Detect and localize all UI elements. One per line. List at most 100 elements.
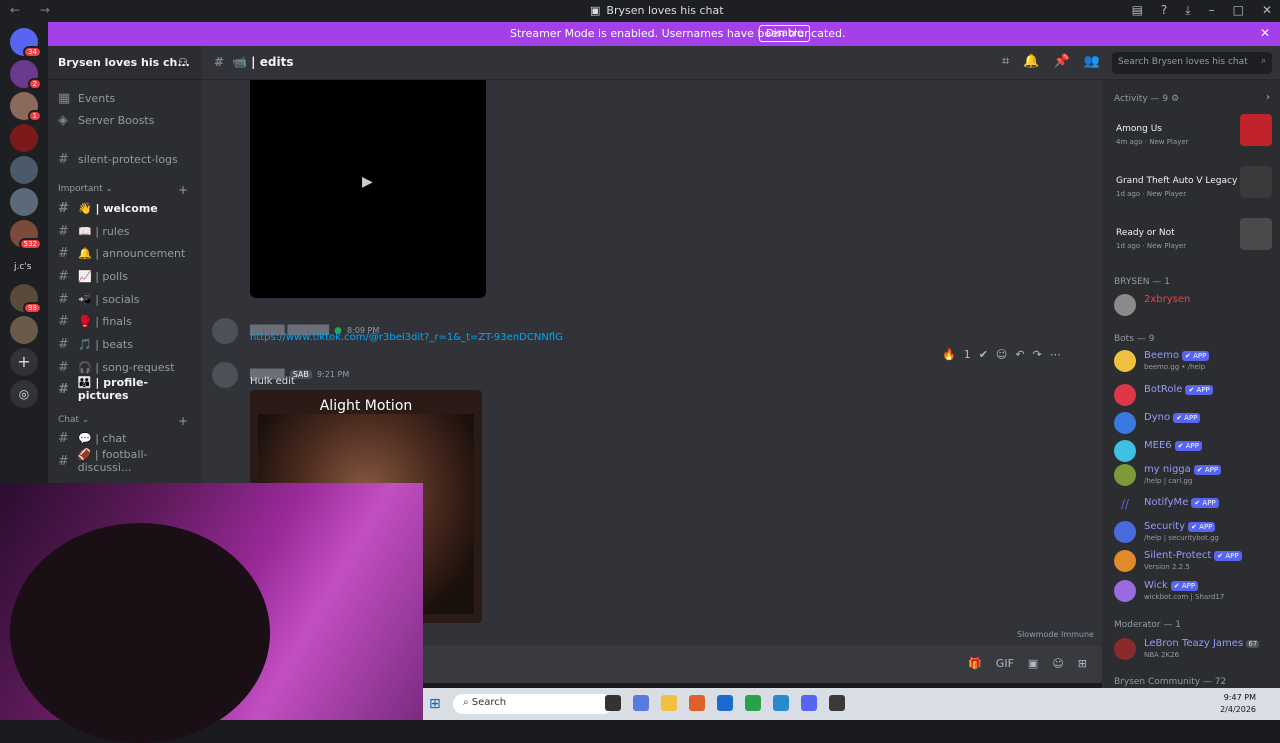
channel-item[interactable]: # 📲 | socials	[58, 289, 198, 309]
discover-icon[interactable]: ◎	[10, 380, 38, 408]
minimize-icon[interactable]: –	[1209, 3, 1215, 18]
discord-taskbar-icon[interactable]	[801, 695, 817, 711]
server-header[interactable]: Brysen loves his ch... ⚇	[48, 46, 202, 80]
game-thumbnail	[1240, 218, 1272, 250]
channel-item[interactable]: # 📈 | polls	[58, 266, 198, 286]
member-item[interactable]: Wick ✔ APP wickbot.com | Shard17	[1114, 578, 1274, 608]
activity-card[interactable]: Grand Theft Auto V Legacy 1d ago · New Pl…	[1112, 164, 1272, 210]
taskbar-apps	[605, 695, 845, 711]
close-icon[interactable]: ✕	[1262, 3, 1272, 18]
channel-item[interactable]: # 🎵 | beats	[58, 334, 198, 354]
channel-item[interactable]: # 💬 | chat	[58, 428, 198, 448]
disable-button[interactable]: Disable	[759, 25, 811, 42]
activity-ago: 4m ago	[1116, 138, 1143, 146]
server-icon[interactable]: 2	[10, 60, 42, 90]
channel-item[interactable]: # 👪 | profile-pictures	[58, 376, 198, 402]
pin-icon[interactable]: 📌	[1054, 54, 1070, 69]
activity-card[interactable]: Among Us 4m ago · New Player	[1112, 112, 1272, 158]
channel-label: 💬 | chat	[78, 431, 127, 445]
member-item[interactable]: Dyno ✔ APP	[1114, 410, 1274, 440]
avatar[interactable]	[212, 362, 238, 388]
activity-header[interactable]: Activity — 9 ⚙	[1114, 94, 1179, 104]
taskbar-clock[interactable]: 9:47 PM 2/4/2026	[1220, 692, 1256, 716]
gift-icon[interactable]: 🎁	[968, 657, 982, 670]
channel-item[interactable]: # silent-protect-logs	[58, 149, 198, 169]
message-link[interactable]: https://www.tiktok.com/@r3bel3dit?_r=1&_…	[250, 332, 563, 343]
apps-icon[interactable]: ⊞	[1078, 657, 1087, 670]
search-input[interactable]: Search Brysen loves his chat ⌕	[1112, 52, 1272, 74]
sticker-icon[interactable]: ▣	[1028, 657, 1038, 670]
video-embed[interactable]: ▶	[250, 80, 486, 298]
category-header[interactable]: Important ⌄ +	[58, 183, 188, 197]
add-server-icon[interactable]: +	[10, 348, 38, 376]
more-icon[interactable]: ⋯	[1050, 348, 1061, 361]
server-icon[interactable]: 1	[10, 92, 42, 122]
reply-icon[interactable]: ↶	[1015, 348, 1024, 361]
game-name: Ready or Not	[1116, 228, 1175, 238]
nav-arrows[interactable]: ← →	[10, 3, 58, 17]
member-item[interactable]: 2xbrysen	[1114, 292, 1274, 322]
copilot-icon[interactable]	[633, 695, 649, 711]
gif-icon[interactable]: GIF	[996, 657, 1014, 670]
server-icon[interactable]: 34	[10, 28, 42, 58]
edge-icon[interactable]	[773, 695, 789, 711]
server-label[interactable]: j.c's	[14, 262, 31, 272]
bell-icon[interactable]: 🔔	[1023, 54, 1039, 69]
store-icon[interactable]	[717, 695, 733, 711]
one-reaction-icon[interactable]: 1	[964, 348, 971, 361]
server-icon[interactable]	[10, 124, 38, 152]
channel-item[interactable]: # 📖 | rules	[58, 221, 198, 241]
forward-icon[interactable]: ↷	[1033, 348, 1042, 361]
chrome-icon[interactable]	[745, 695, 761, 711]
channel-item[interactable]: # 🔔 | announcement	[58, 243, 198, 263]
channel-item[interactable]: # 🏈 | football-discussi...	[58, 448, 198, 474]
server-icon[interactable]: 98	[10, 284, 42, 314]
member-name-wrap: BotRole ✔ APP	[1144, 384, 1213, 395]
member-item[interactable]: my nigga ✔ APP/help | carl.gg	[1114, 462, 1274, 492]
member-item[interactable]: Silent-Protect ✔ APP Version 2.2.5	[1114, 548, 1274, 578]
server-icon[interactable]	[10, 188, 38, 216]
inbox-icon[interactable]: ▤	[1132, 3, 1143, 18]
channel-item[interactable]: # 🥊 | finals	[58, 311, 198, 331]
threads-icon[interactable]: ⌗	[1002, 54, 1009, 69]
windows-start-icon[interactable]: ⊞	[429, 696, 441, 712]
emoji-icon[interactable]: ☺	[1052, 657, 1063, 670]
app-icon[interactable]	[829, 695, 845, 711]
invite-icon[interactable]: ⚇	[178, 56, 188, 69]
server-icon[interactable]	[10, 316, 38, 344]
taskbar-search[interactable]: ⌕ Search	[453, 694, 613, 714]
task-view-icon[interactable]	[605, 695, 621, 711]
file-explorer-icon[interactable]	[661, 695, 677, 711]
hash-icon: #	[58, 245, 69, 261]
member-item[interactable]: BotRole ✔ APP	[1114, 382, 1274, 412]
add-reaction-icon[interactable]: ☺	[996, 348, 1007, 361]
firefox-icon[interactable]	[689, 695, 705, 711]
add-channel-icon[interactable]: +	[178, 414, 188, 428]
activity-card[interactable]: Ready or Not 1d ago · New Player	[1112, 216, 1272, 262]
sidebar-item-boosts[interactable]: ◈ Server Boosts	[58, 110, 198, 130]
members-icon[interactable]: 👥	[1084, 54, 1100, 69]
sidebar-item-events[interactable]: ▦ Events	[58, 88, 198, 108]
member-item[interactable]: LeBron Teazy James 67 NBA 2K26	[1114, 636, 1274, 666]
play-icon[interactable]: ▶	[362, 174, 373, 190]
category-header[interactable]: Chat ⌄ +	[58, 414, 188, 428]
download-icon[interactable]: ⤓	[1185, 3, 1190, 18]
avatar[interactable]	[212, 318, 238, 344]
maximize-icon[interactable]: □	[1233, 3, 1244, 18]
activity-meta: 4m ago · New Player	[1116, 138, 1189, 146]
chevron-right-icon[interactable]: ›	[1266, 92, 1270, 103]
message-composer[interactable]: 🎁 GIF ▣ ☺ ⊞	[423, 645, 1103, 683]
channel-item[interactable]: # 👋 | welcome	[58, 198, 198, 218]
fire-reaction-icon[interactable]: 🔥	[942, 348, 956, 361]
hash-icon: #	[58, 359, 69, 375]
server-icon[interactable]: 532	[10, 220, 42, 250]
member-item[interactable]: Beemo ✔ APP beemo.gg • /help	[1114, 348, 1274, 378]
add-channel-icon[interactable]: +	[178, 183, 188, 197]
channel-item[interactable]: # 🎧 | song-request	[58, 357, 198, 377]
help-icon[interactable]: ?	[1161, 3, 1167, 18]
check-reaction-icon[interactable]: ✔	[979, 348, 988, 361]
banner-close-icon[interactable]: ✕	[1260, 26, 1270, 40]
member-name: NotifyMe	[1144, 497, 1189, 508]
server-icon[interactable]	[10, 156, 38, 184]
member-item[interactable]: Security ✔ APP/help | securitybot.gg	[1114, 519, 1274, 549]
